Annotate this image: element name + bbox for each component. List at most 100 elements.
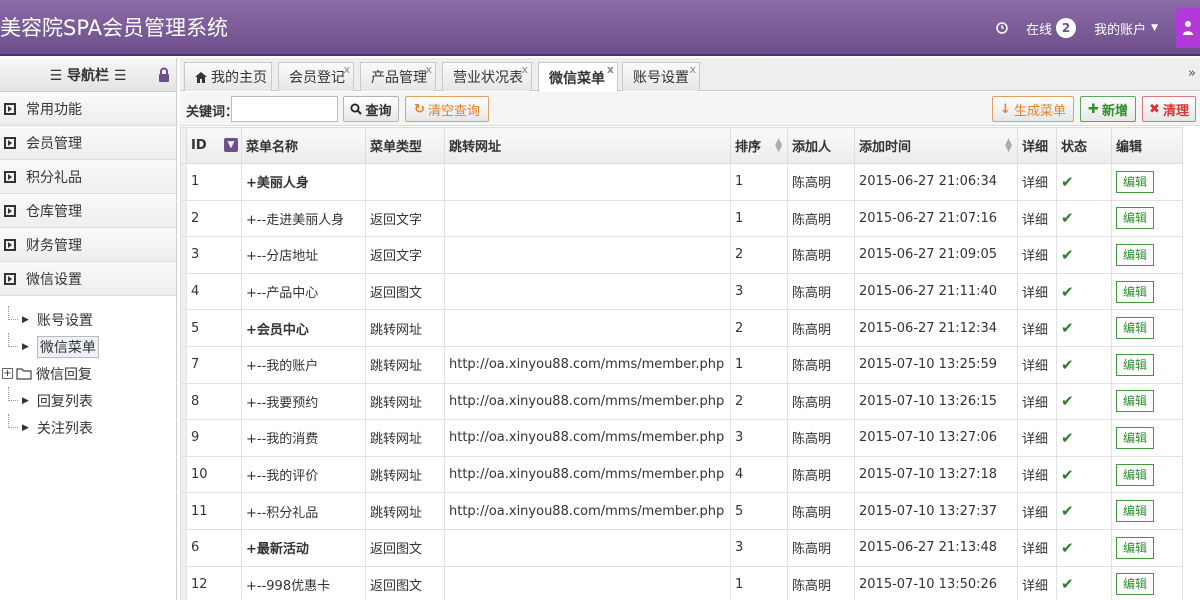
check-icon[interactable]: ✔ [1061, 283, 1074, 301]
add-button[interactable]: ✚ 新增 [1080, 96, 1136, 122]
table-row[interactable]: 10 +--我的评价 跳转网址 http://oa.xinyou88.com/mms/… [180, 455, 1183, 494]
tab-wechat-menu[interactable]: 微信菜单 x [538, 62, 618, 92]
check-icon[interactable]: ✔ [1061, 173, 1074, 191]
col-header-name[interactable]: 菜单名称 [241, 127, 366, 164]
cell-sort: 2 [730, 382, 788, 421]
sidebar-item-warehouse[interactable]: 仓库管理 [0, 194, 176, 228]
check-icon[interactable]: ✔ [1061, 392, 1074, 410]
detail-link[interactable]: 详细 [1022, 213, 1048, 228]
detail-link[interactable]: 详细 [1022, 579, 1048, 594]
table-row[interactable]: 8 +--我要预约 跳转网址 http://oa.xinyou88.com/mms/m… [180, 382, 1183, 421]
sidebar-item-members[interactable]: 会员管理 [0, 126, 176, 160]
cell-sort: 2 [730, 236, 788, 274]
check-icon[interactable]: ✔ [1061, 539, 1074, 557]
check-icon[interactable]: ✔ [1061, 319, 1074, 337]
close-icon[interactable]: x [689, 63, 696, 76]
close-icon[interactable]: x [425, 63, 432, 76]
table-row[interactable]: 4 +--产品中心 返回图文 3 陈高明 2015-06-27 21:11:40 详细 ✔ 编辑 [180, 272, 1183, 311]
check-icon[interactable]: ✔ [1061, 356, 1074, 374]
tab-business-status[interactable]: 营业状况表 x [442, 62, 532, 91]
col-header-url[interactable]: 跳转网址 [444, 127, 731, 164]
sort-desc-icon[interactable]: ▼ [224, 138, 238, 152]
edit-button[interactable]: 编辑 [1116, 280, 1154, 303]
edit-button[interactable]: 编辑 [1116, 207, 1154, 230]
cell-sort: 3 [730, 419, 788, 457]
detail-link[interactable]: 详细 [1022, 249, 1048, 264]
sidebar-item-common[interactable]: 常用功能 [0, 92, 176, 126]
detail-link[interactable]: 详细 [1022, 359, 1048, 374]
detail-link[interactable]: 详细 [1022, 176, 1048, 191]
detail-link[interactable]: 详细 [1022, 396, 1048, 411]
edit-button[interactable]: 编辑 [1116, 426, 1154, 449]
sidebar-item-wechat[interactable]: 微信设置 [0, 262, 176, 296]
lock-icon[interactable] [158, 67, 170, 82]
table-row[interactable]: 5 +会员中心 跳转网址 2 陈高明 2015-06-27 21:12:34 详细 ✔ 编辑 [180, 309, 1183, 347]
tree-item-reply-list[interactable]: ▶ 回复列表 [0, 387, 176, 414]
detail-link[interactable]: 详细 [1022, 432, 1048, 447]
generate-menu-button[interactable]: ↓ 生成菜单 [992, 96, 1074, 122]
table-row[interactable]: 1 +美丽人身 1 陈高明 2015-06-27 21:06:34 详细 ✔ 编辑 [180, 163, 1183, 201]
edit-button[interactable]: 编辑 [1116, 353, 1154, 376]
tree-item-follow-list[interactable]: ▶ 关注列表 [0, 414, 176, 441]
table-row[interactable]: 12 +--998优惠卡 返回图文 1 陈高明 2015-07-10 13:50:26 详细… [180, 565, 1183, 600]
sort-icon[interactable]: ▲ ▼ [1005, 138, 1012, 154]
edit-button[interactable]: 编辑 [1116, 573, 1154, 596]
edit-button[interactable]: 编辑 [1116, 500, 1154, 523]
edit-button[interactable]: 编辑 [1116, 536, 1154, 559]
tab-product[interactable]: 产品管理 x [360, 62, 436, 91]
user-button[interactable] [1176, 8, 1200, 48]
close-icon[interactable]: x [343, 63, 350, 76]
col-header-adder[interactable]: 添加人 [787, 127, 855, 164]
expand-plus-icon[interactable]: + [2, 368, 13, 379]
close-icon[interactable]: x [521, 63, 528, 76]
clock-button[interactable] [996, 22, 1008, 34]
tree-item-wechat-menu[interactable]: ▶ 微信菜单 [0, 333, 176, 360]
detail-link[interactable]: 详细 [1022, 506, 1048, 521]
query-button[interactable]: 查询 [343, 96, 399, 122]
table-row[interactable]: 11 +--积分礼品 跳转网址 http://oa.xinyou88.com/mms/… [180, 492, 1183, 530]
close-icon[interactable]: x [607, 63, 614, 76]
tab-account-settings[interactable]: 账号设置 x [622, 62, 700, 91]
detail-link[interactable]: 详细 [1022, 323, 1048, 338]
table-row[interactable]: 6 +最新活动 返回图文 3 陈高明 2015-06-27 21:13:48 详细 ✔ 编辑 [180, 528, 1183, 567]
clear-query-button[interactable]: ↻ 清空查询 [405, 96, 489, 122]
table-row[interactable]: 9 +--我的消费 跳转网址 http://oa.xinyou88.com/mms/m… [180, 419, 1183, 457]
tree-item-wechat-reply[interactable]: + 微信回复 [0, 360, 176, 387]
online-status[interactable]: 在线 2 [1026, 18, 1077, 38]
search-icon [350, 103, 363, 115]
triangle-right-icon: ▶ [22, 314, 29, 325]
col-header-time[interactable]: 添加时间 ▲ ▼ [854, 127, 1018, 164]
detail-link[interactable]: 详细 [1022, 469, 1048, 484]
tab-home[interactable]: 我的主页 [184, 62, 272, 91]
col-header-id[interactable]: ID ▼ [186, 127, 242, 164]
sidebar-item-points[interactable]: 积分礼品 [0, 160, 176, 194]
check-icon[interactable]: ✔ [1061, 246, 1074, 264]
edit-button[interactable]: 编辑 [1116, 390, 1154, 413]
col-header-type[interactable]: 菜单类型 [365, 127, 445, 164]
check-icon[interactable]: ✔ [1061, 575, 1074, 593]
tree-item-account-settings[interactable]: ▶ 账号设置 [0, 306, 176, 333]
tab-member-register[interactable]: 会员登记 x [278, 62, 354, 91]
table-row[interactable]: 2 +--走进美丽人身 返回文字 1 陈高明 2015-06-27 21:07:16 详细 ✔… [180, 199, 1183, 238]
detail-link[interactable]: 详细 [1022, 286, 1048, 301]
col-header-sort[interactable]: 排序 ▲ ▼ [730, 127, 788, 164]
detail-link[interactable]: 详细 [1022, 542, 1048, 557]
cell-id: 8 [186, 382, 242, 421]
edit-button[interactable]: 编辑 [1116, 170, 1154, 193]
account-menu[interactable]: 我的账户 ▼ [1094, 19, 1158, 38]
table-row[interactable]: 7 +--我的账户 跳转网址 http://oa.xinyou88.com/mms/m… [180, 345, 1183, 384]
edit-button[interactable]: 编辑 [1116, 243, 1154, 266]
check-icon[interactable]: ✔ [1061, 502, 1074, 520]
double-chevron-down-icon[interactable]: » [1188, 66, 1196, 81]
keyword-input[interactable] [231, 96, 338, 122]
sidebar-item-finance[interactable]: 财务管理 [0, 228, 176, 262]
cell-adder: 陈高明 [787, 163, 855, 201]
sort-icon[interactable]: ▲ ▼ [775, 138, 782, 154]
edit-button[interactable]: 编辑 [1116, 463, 1154, 486]
check-icon[interactable]: ✔ [1061, 209, 1074, 227]
check-icon[interactable]: ✔ [1061, 429, 1074, 447]
purge-button[interactable]: ✖ 清理 [1142, 96, 1196, 122]
check-icon[interactable]: ✔ [1061, 466, 1074, 484]
table-row[interactable]: 3 +--分店地址 返回文字 2 陈高明 2015-06-27 21:09:05 详细 ✔ 编辑 [180, 236, 1183, 274]
edit-button[interactable]: 编辑 [1116, 317, 1154, 340]
